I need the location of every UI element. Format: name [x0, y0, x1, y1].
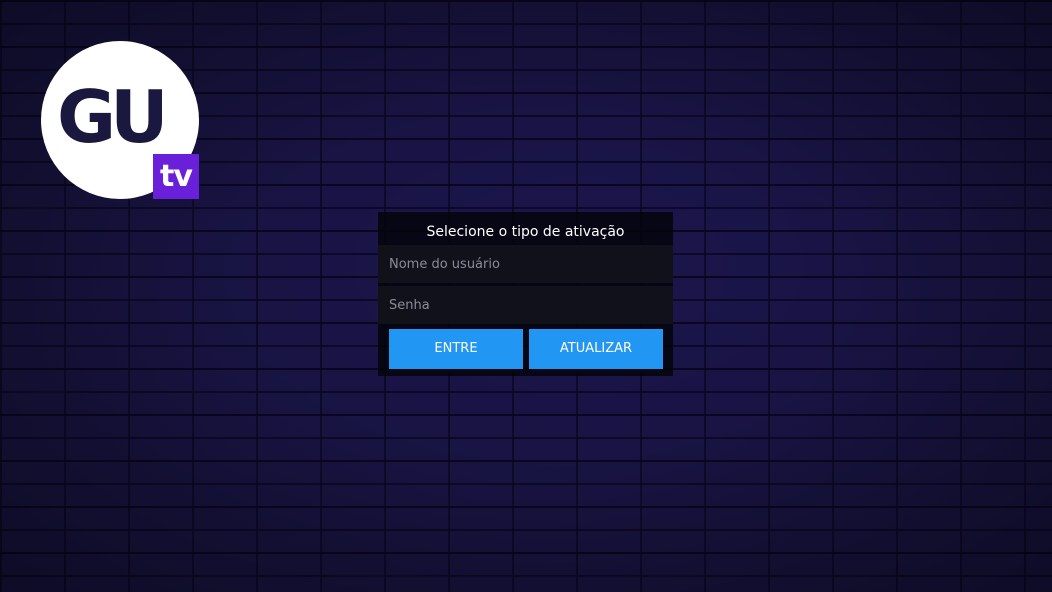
update-button[interactable]: ATUALIZAR [529, 329, 663, 369]
password-field[interactable] [378, 286, 673, 324]
password-input[interactable] [389, 286, 659, 324]
activation-title: Selecione o tipo de ativação [426, 224, 625, 240]
username-field[interactable] [378, 245, 673, 283]
gu-tv-logo: GU tv [41, 41, 199, 199]
username-input[interactable] [389, 245, 659, 283]
activation-panel: Selecione o tipo de ativação ENTRE ATUAL… [378, 212, 673, 376]
enter-button[interactable]: ENTRE [389, 329, 523, 369]
logo-tv-badge: tv [153, 154, 199, 199]
logo-main-text: GU [57, 75, 169, 159]
